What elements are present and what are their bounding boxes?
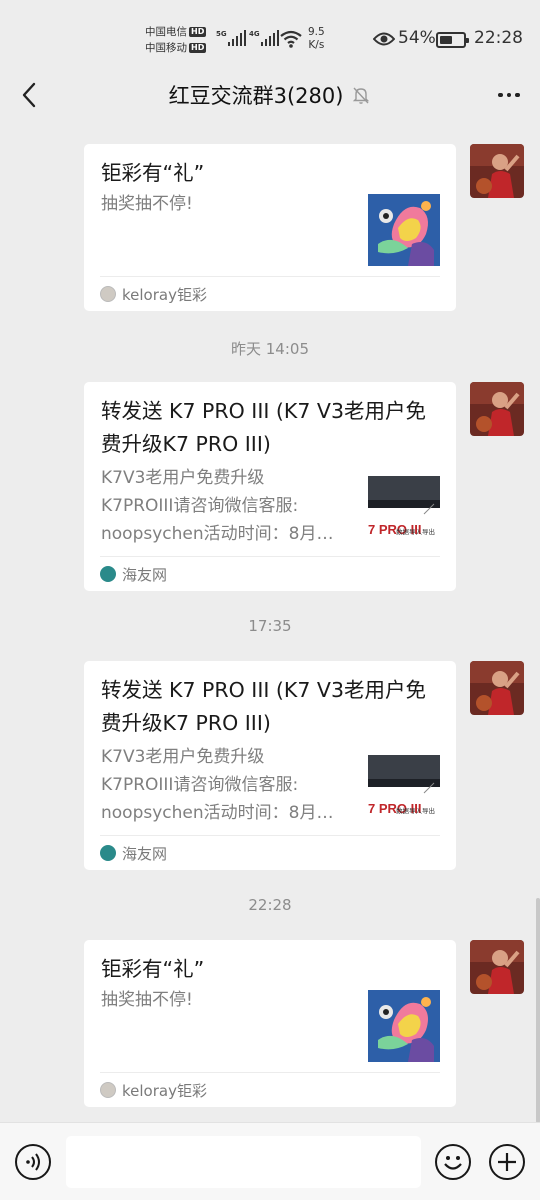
card-title: 转发送 K7 PRO III (K7 V3老用户免费升级K7 PRO III) [101, 678, 426, 735]
card-desc-line: K7V3老用户免费升级 [101, 468, 265, 488]
link-card[interactable]: 转发送 K7 PRO III (K7 V3老用户免费升级K7 PRO III) … [84, 382, 456, 591]
voice-button[interactable] [15, 1144, 51, 1180]
speed-value: 9.5 [308, 26, 325, 38]
carrier-1: 中国电信 [145, 26, 187, 38]
message-list[interactable]: 钜彩有“礼” 抽奖抽不停! keloray钜彩 昨天 14:05 转发送 K7 … [0, 118, 540, 1122]
avatar-image [470, 940, 524, 994]
plus-button[interactable] [489, 1144, 525, 1180]
thumb-subtext: 数据导入导出 [396, 806, 435, 815]
emoji-button[interactable] [435, 1144, 471, 1180]
carrier-info: 中国电信 HD 中国移动 HD [145, 24, 207, 56]
link-card[interactable]: 钜彩有“礼” 抽奖抽不停! keloray钜彩 [84, 940, 456, 1107]
card-desc-line: K7PROIII请咨询微信客服: [101, 496, 299, 516]
signal-tag: 4G [249, 30, 260, 38]
card-desc-line: K7V3老用户免费升级 [101, 747, 265, 767]
source-logo-icon [100, 1082, 116, 1098]
source-name: keloray钜彩 [122, 1081, 207, 1100]
scrollbar[interactable] [536, 898, 540, 1122]
source-name: 海友网 [122, 844, 168, 863]
hd-badge: HD [189, 27, 207, 37]
voice-icon [26, 1153, 40, 1171]
card-source: 海友网 [100, 556, 440, 591]
chat-header: 红豆交流群3(280) [0, 72, 540, 118]
network-speed: 9.5 K/s [308, 26, 325, 52]
source-logo-icon [100, 845, 116, 861]
plus-icon [498, 1153, 516, 1171]
chat-title-wrap: 红豆交流群3(280) [0, 80, 540, 110]
avatar-image [470, 382, 524, 436]
signal-tag: 5G [216, 30, 227, 38]
card-thumbnail: 7 PRO III 数据导入导出 [368, 753, 440, 825]
link-card[interactable]: 转发送 K7 PRO III (K7 V3老用户免费升级K7 PRO III) … [84, 661, 456, 870]
battery-icon [436, 32, 469, 48]
card-source: keloray钜彩 [100, 276, 440, 311]
avatar[interactable] [470, 144, 524, 198]
card-title: 钜彩有“礼” [101, 161, 205, 185]
eye-icon [373, 32, 395, 46]
card-source: 海友网 [100, 835, 440, 870]
abstract-sea-art [368, 194, 440, 266]
status-bar: 中国电信 HD 中国移动 HD 5G 4G 9.5 K/s 54% 22:28 [0, 0, 540, 72]
source-logo-icon [100, 566, 116, 582]
status-time: 22:28 [474, 28, 523, 48]
card-desc: 抽奖抽不停! [101, 986, 361, 1014]
timestamp: 17:35 [248, 617, 292, 635]
signal-4g-icon: 4G [249, 30, 280, 46]
message-input[interactable] [66, 1136, 421, 1188]
card-thumbnail [368, 194, 440, 266]
card-title: 转发送 K7 PRO III (K7 V3老用户免费升级K7 PRO III) [101, 399, 426, 456]
signal-5g-icon: 5G [216, 30, 247, 46]
card-desc: K7V3老用户免费升级 K7PROIII请咨询微信客服: noopsychen活… [101, 464, 363, 548]
bell-off-icon [353, 87, 370, 104]
avatar[interactable] [470, 382, 524, 436]
card-desc: 抽奖抽不停! [101, 190, 361, 218]
card-thumbnail [368, 990, 440, 1062]
card-thumbnail: 7 PRO III 数据导入导出 [368, 474, 440, 546]
thumb-subtext: 数据导入导出 [396, 527, 435, 536]
source-name: keloray钜彩 [122, 285, 207, 304]
wifi-icon [280, 30, 302, 48]
device-banner: 7 PRO III 数据导入导出 [368, 753, 440, 825]
hd-badge: HD [189, 43, 207, 53]
emoji-icon [444, 1156, 462, 1170]
device-banner: 7 PRO III 数据导入导出 [368, 474, 440, 546]
battery-percent: 54% [398, 28, 436, 48]
abstract-sea-art [368, 990, 440, 1062]
avatar[interactable] [470, 661, 524, 715]
card-desc-line: noopsychen活动时间：8月… [101, 803, 334, 823]
timestamp: 22:28 [248, 896, 292, 914]
avatar-image [470, 144, 524, 198]
carrier-2: 中国移动 [145, 42, 187, 54]
more-button[interactable] [492, 80, 526, 110]
avatar[interactable] [470, 940, 524, 994]
more-dots-icon [498, 92, 503, 98]
source-name: 海友网 [122, 565, 168, 584]
timestamp: 昨天 14:05 [231, 340, 309, 358]
input-bar [0, 1122, 540, 1200]
card-source: keloray钜彩 [100, 1072, 440, 1107]
card-desc-line: noopsychen活动时间：8月… [101, 524, 334, 544]
card-desc-line: 抽奖抽不停! [101, 990, 193, 1010]
card-desc-line: K7PROIII请咨询微信客服: [101, 775, 299, 795]
link-card[interactable]: 钜彩有“礼” 抽奖抽不停! keloray钜彩 [84, 144, 456, 311]
card-desc: K7V3老用户免费升级 K7PROIII请咨询微信客服: noopsychen活… [101, 743, 363, 827]
source-logo-icon [100, 286, 116, 302]
card-desc-line: 抽奖抽不停! [101, 194, 193, 214]
card-title: 钜彩有“礼” [101, 957, 205, 981]
chat-title: 红豆交流群3(280) [168, 84, 344, 108]
avatar-image [470, 661, 524, 715]
speed-unit: K/s [308, 39, 325, 51]
